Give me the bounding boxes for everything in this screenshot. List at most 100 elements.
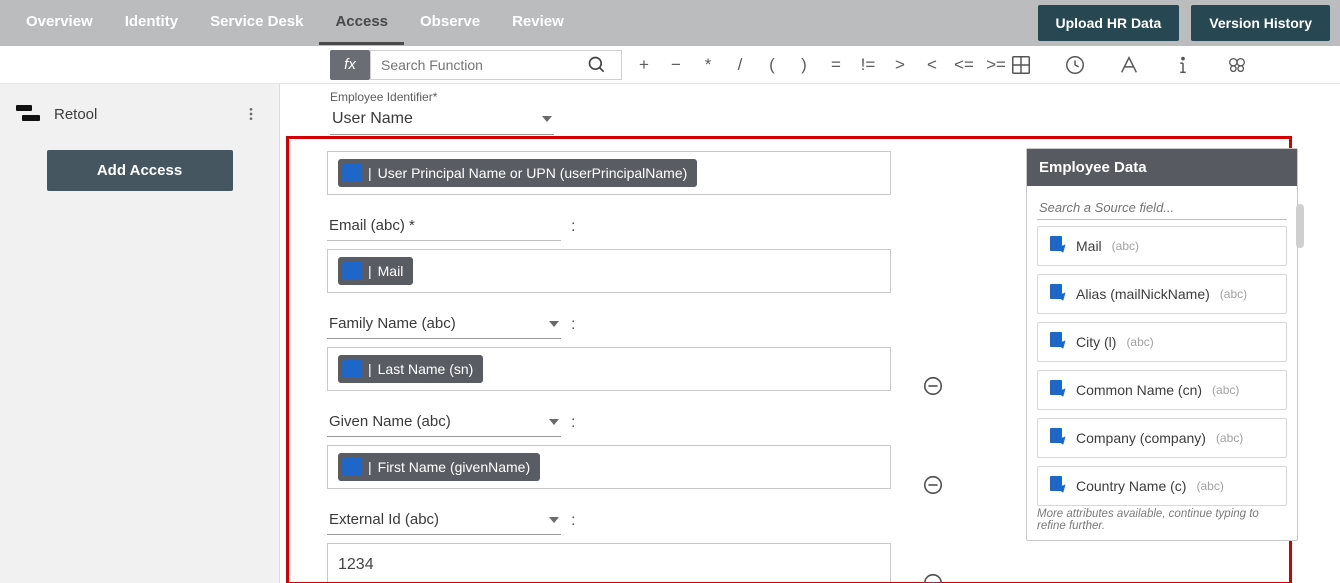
- clock-icon[interactable]: [1062, 52, 1088, 78]
- source-field-search-input[interactable]: [1037, 196, 1287, 220]
- source-field-footer: More attributes available, continue typi…: [1027, 506, 1297, 540]
- employee-identifier-label: Employee Identifier*: [330, 90, 554, 104]
- source-field-type: (abc): [1126, 335, 1153, 349]
- employee-data-title: Employee Data: [1027, 149, 1297, 186]
- field-external-id-label: External Id (abc): [329, 511, 439, 528]
- op-gt[interactable]: >: [884, 55, 916, 75]
- chevron-down-icon[interactable]: [549, 321, 559, 327]
- field-upn-input[interactable]: | User Principal Name or UPN (userPrinci…: [327, 151, 891, 195]
- operator-row: + − * / ( ) = != > < <= >=: [628, 55, 1012, 75]
- nav-observe[interactable]: Observe: [404, 1, 496, 45]
- source-field-icon: [342, 360, 362, 378]
- brain-icon[interactable]: [1224, 52, 1250, 78]
- nav-access[interactable]: Access: [319, 1, 404, 45]
- source-field-item[interactable]: Country Name (c) (abc): [1037, 466, 1287, 506]
- remove-field-icon[interactable]: [921, 374, 945, 398]
- op-lte[interactable]: <=: [948, 55, 980, 75]
- source-field-icon: [1048, 332, 1066, 352]
- colon: :: [571, 414, 575, 432]
- upload-hr-data-button[interactable]: Upload HR Data: [1038, 5, 1180, 41]
- chevron-down-icon[interactable]: [542, 116, 552, 122]
- chip-last-name-label: Last Name (sn): [378, 361, 474, 377]
- source-field-item[interactable]: Alias (mailNickName) (abc): [1037, 274, 1287, 314]
- op-rparen[interactable]: ): [788, 55, 820, 75]
- app-name: Retool: [54, 106, 97, 123]
- fx-icon: fx: [330, 50, 370, 80]
- chip-first-name[interactable]: | First Name (givenName): [338, 453, 540, 481]
- chip-mail[interactable]: | Mail: [338, 257, 413, 285]
- op-eq[interactable]: =: [820, 55, 852, 75]
- op-minus[interactable]: −: [660, 55, 692, 75]
- chip-last-name[interactable]: | Last Name (sn): [338, 355, 483, 383]
- field-given-name-input[interactable]: | First Name (givenName): [327, 445, 891, 489]
- source-field-icon: [1048, 380, 1066, 400]
- search-icon[interactable]: [581, 55, 613, 75]
- field-family-name-input[interactable]: | Last Name (sn): [327, 347, 891, 391]
- source-field-icon: [1048, 236, 1066, 256]
- app-logo-icon: [16, 103, 40, 125]
- op-plus[interactable]: +: [628, 55, 660, 75]
- source-field-item[interactable]: City (l) (abc): [1037, 322, 1287, 362]
- toolbar-icons: [1008, 52, 1250, 78]
- info-icon[interactable]: [1170, 52, 1196, 78]
- source-field-icon: [342, 458, 362, 476]
- source-field-type: (abc): [1216, 431, 1243, 445]
- remove-field-icon[interactable]: [921, 571, 945, 583]
- formula-toolbar: fx + − * / ( ) = != > < <= >=: [0, 46, 1340, 84]
- chip-first-name-label: First Name (givenName): [378, 459, 530, 475]
- op-div[interactable]: /: [724, 55, 756, 75]
- colon: :: [571, 218, 575, 236]
- nav-identity[interactable]: Identity: [109, 1, 194, 45]
- op-mul[interactable]: *: [692, 55, 724, 75]
- source-field-name: Mail: [1076, 238, 1102, 254]
- nav-service-desk[interactable]: Service Desk: [194, 1, 319, 45]
- op-lt[interactable]: <: [916, 55, 948, 75]
- source-field-name: Country Name (c): [1076, 478, 1186, 494]
- source-field-name: Alias (mailNickName): [1076, 286, 1210, 302]
- chevron-down-icon[interactable]: [549, 419, 559, 425]
- op-lparen[interactable]: (: [756, 55, 788, 75]
- chip-upn[interactable]: | User Principal Name or UPN (userPrinci…: [338, 159, 697, 187]
- chevron-down-icon[interactable]: [549, 517, 559, 523]
- source-field-type: (abc): [1220, 287, 1247, 301]
- scrollbar-thumb[interactable]: [1296, 204, 1304, 248]
- source-field-list: Mail (abc) Alias (mailNickName) (abc) Ci…: [1027, 226, 1297, 506]
- top-bar: Overview Identity Service Desk Access Ob…: [0, 0, 1340, 46]
- field-external-id-value: 1234: [338, 556, 374, 574]
- field-email-label: Email (abc) *: [329, 217, 415, 234]
- nav-review[interactable]: Review: [496, 1, 580, 45]
- source-field-item[interactable]: Mail (abc): [1037, 226, 1287, 266]
- op-neq[interactable]: !=: [852, 55, 884, 75]
- source-field-type: (abc): [1112, 239, 1139, 253]
- colon: :: [571, 316, 575, 334]
- remove-field-icon[interactable]: [921, 473, 945, 497]
- sidebar-menu-icon[interactable]: [239, 102, 263, 126]
- text-icon[interactable]: [1116, 52, 1142, 78]
- colon: :: [571, 512, 575, 530]
- chip-mail-label: Mail: [378, 263, 404, 279]
- function-search-input[interactable]: [371, 57, 581, 73]
- source-field-icon: [342, 262, 362, 280]
- source-field-type: (abc): [1212, 383, 1239, 397]
- nav-overview[interactable]: Overview: [10, 1, 109, 45]
- source-field-icon: [1048, 476, 1066, 496]
- version-history-button[interactable]: Version History: [1191, 5, 1330, 41]
- source-field-type: (abc): [1196, 479, 1223, 493]
- source-field-name: City (l): [1076, 334, 1116, 350]
- function-search[interactable]: [370, 50, 622, 80]
- source-field-item[interactable]: Common Name (cn) (abc): [1037, 370, 1287, 410]
- source-field-icon: [1048, 428, 1066, 448]
- field-external-id-input[interactable]: 1234: [327, 543, 891, 583]
- sidebar-header: Retool: [10, 98, 269, 144]
- employee-identifier-select[interactable]: Employee Identifier* User Name: [330, 90, 554, 135]
- source-field-icon: [342, 164, 362, 182]
- calculator-icon[interactable]: [1008, 52, 1034, 78]
- sidebar: Retool Add Access: [0, 84, 280, 583]
- field-family-name-label: Family Name (abc): [329, 315, 456, 332]
- employee-identifier-value: User Name: [332, 110, 413, 128]
- field-given-name-label: Given Name (abc): [329, 413, 451, 430]
- source-field-icon: [1048, 284, 1066, 304]
- field-email-input[interactable]: | Mail: [327, 249, 891, 293]
- source-field-item[interactable]: Company (company) (abc): [1037, 418, 1287, 458]
- add-access-button[interactable]: Add Access: [47, 150, 233, 191]
